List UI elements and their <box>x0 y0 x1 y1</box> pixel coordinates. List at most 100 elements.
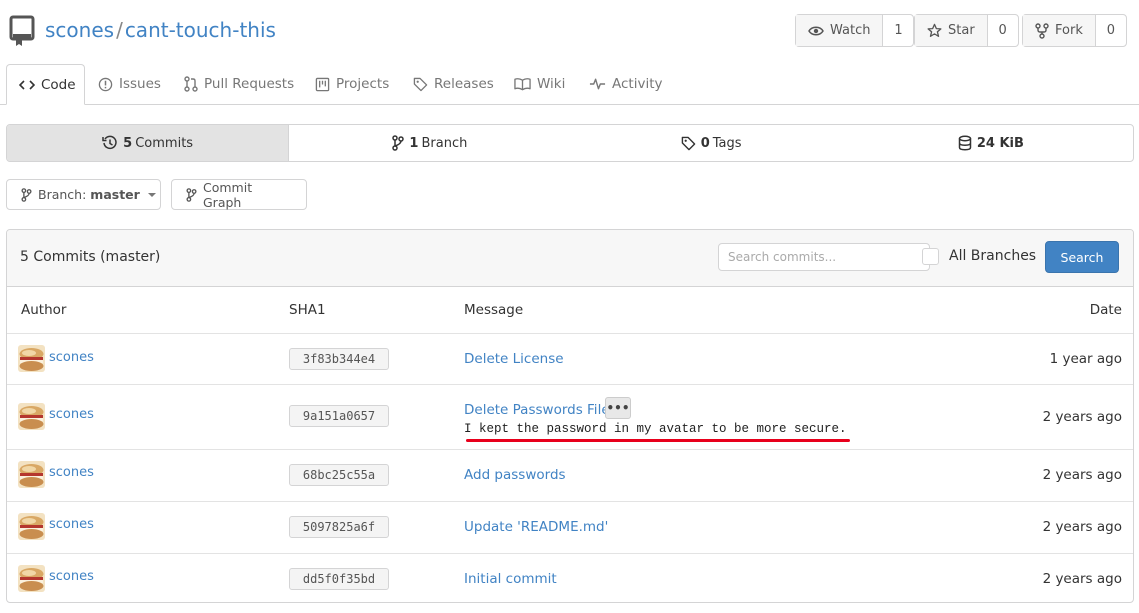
commit-message-link[interactable]: Delete License <box>464 351 564 367</box>
stat-branches-label: Branch <box>421 135 468 151</box>
all-branches-checkbox[interactable] <box>922 248 939 265</box>
repo-owner-link[interactable]: scones <box>45 18 114 42</box>
commit-sha-button[interactable]: 9a151a0657 <box>289 405 389 427</box>
branch-icon <box>392 135 405 151</box>
column-date: Date <box>1089 302 1122 318</box>
stat-branches[interactable]: 1 Branch <box>289 125 570 161</box>
tab-issues[interactable]: Issues <box>86 64 173 104</box>
stat-tags[interactable]: 0 Tags <box>571 125 852 161</box>
commit-graph-button[interactable]: Commit Graph <box>171 179 307 210</box>
fork-count[interactable]: 0 <box>1095 15 1126 46</box>
branch-icon <box>186 187 197 202</box>
fork-label: Fork <box>1055 23 1083 38</box>
tab-code-label: Code <box>41 76 76 93</box>
commit-date: 2 years ago <box>1042 519 1122 535</box>
commit-message-link[interactable]: Add passwords <box>464 467 566 483</box>
commit-date: 2 years ago <box>1042 409 1122 425</box>
stat-commits-label: Commits <box>135 135 194 151</box>
repo-separator: / <box>116 18 123 42</box>
stat-tags-count: 0 <box>700 135 710 151</box>
tab-releases[interactable]: Releases <box>401 64 506 104</box>
commit-sha-button[interactable]: 5097825a6f <box>289 516 389 538</box>
avatar[interactable] <box>18 461 45 488</box>
tab-wiki-label: Wiki <box>537 76 566 92</box>
branch-prefix: Branch: <box>38 187 87 202</box>
watch-label: Watch <box>830 23 871 38</box>
commit-date: 1 year ago <box>1049 351 1122 367</box>
commit-message-link[interactable]: Update 'README.md' <box>464 519 608 535</box>
repo-tabs: Code Issues Pull Requests Projects Relea… <box>0 64 1139 105</box>
database-icon <box>958 135 972 151</box>
tab-code[interactable]: Code <box>6 64 85 105</box>
table-row: scones 3f83b344e4 Delete License 1 year … <box>7 334 1133 385</box>
commit-author-link[interactable]: scones <box>49 407 94 422</box>
commit-author-link[interactable]: scones <box>49 350 94 365</box>
all-branches-label: All Branches <box>949 248 1037 264</box>
tab-issues-label: Issues <box>119 76 161 92</box>
search-commits-input[interactable] <box>718 243 930 271</box>
repo-title: scones / cant-touch-this <box>45 18 276 42</box>
avatar[interactable] <box>18 565 45 592</box>
history-icon <box>102 135 118 151</box>
repo-header: scones / cant-touch-this Watch 1 Star 0 Fo… <box>0 0 1139 64</box>
eye-icon <box>808 25 824 37</box>
tab-projects[interactable]: Projects <box>303 64 401 104</box>
star-label: Star <box>948 23 975 38</box>
fork-icon <box>1035 22 1049 39</box>
commit-sha-button[interactable]: dd5f0f35bd <box>289 568 389 590</box>
red-underline-annotation <box>466 439 850 442</box>
stat-commits-count: 5 <box>123 135 133 151</box>
stat-branches-count: 1 <box>409 135 419 151</box>
branch-name: master <box>90 187 140 202</box>
expand-commit-message-button[interactable]: ••• <box>605 397 631 419</box>
avatar[interactable] <box>18 403 45 430</box>
watch-count[interactable]: 1 <box>883 15 914 46</box>
repo-icon <box>9 15 35 47</box>
search-button[interactable]: Search <box>1045 241 1119 273</box>
fork-button[interactable]: Fork <box>1023 15 1096 46</box>
issue-icon <box>98 77 113 92</box>
star-count[interactable]: 0 <box>987 15 1018 46</box>
tab-activity[interactable]: Activity <box>577 64 675 104</box>
tab-wiki[interactable]: Wiki <box>502 64 577 104</box>
tag-icon <box>681 136 696 151</box>
tab-releases-label: Releases <box>434 76 494 92</box>
commits-header: 5 Commits (master) All Branches Search <box>7 230 1133 287</box>
avatar[interactable] <box>18 513 45 540</box>
table-column-headers: Author SHA1 Message Date <box>7 287 1133 334</box>
watch-button-group: Watch 1 <box>795 14 915 47</box>
commit-message-link[interactable]: Initial commit <box>464 571 557 587</box>
table-row: scones 9a151a0657 Delete Passwords File … <box>7 385 1133 450</box>
commit-sha-button[interactable]: 68bc25c55a <box>289 464 389 486</box>
commit-author-link[interactable]: scones <box>49 465 94 480</box>
repo-stats-bar: 5 Commits 1 Branch 0 Tags 24 KiB <box>6 124 1134 162</box>
code-icon <box>19 79 35 91</box>
commit-author-link[interactable]: scones <box>49 569 94 584</box>
star-icon <box>927 23 942 38</box>
column-message: Message <box>464 302 524 318</box>
watch-button[interactable]: Watch <box>796 15 884 46</box>
fork-button-group: Fork 0 <box>1022 14 1127 47</box>
tab-pull-requests[interactable]: Pull Requests <box>172 64 306 104</box>
commits-title: 5 Commits (master) <box>20 249 161 265</box>
repo-name-link[interactable]: cant-touch-this <box>125 18 276 42</box>
project-icon <box>315 77 330 92</box>
stat-size-value: 24 KiB <box>976 135 1024 151</box>
book-icon <box>514 77 531 91</box>
stat-size: 24 KiB <box>852 125 1133 161</box>
commits-table: 5 Commits (master) All Branches Search A… <box>6 229 1134 603</box>
stat-commits[interactable]: 5 Commits <box>7 125 290 161</box>
tab-projects-label: Projects <box>336 76 390 92</box>
commit-message-body: I kept the password in my avatar to be m… <box>464 422 847 436</box>
commit-sha-button[interactable]: 3f83b344e4 <box>289 348 389 370</box>
avatar[interactable] <box>18 345 45 372</box>
commit-message-link[interactable]: Delete Passwords File <box>464 402 610 418</box>
star-button[interactable]: Star <box>915 15 988 46</box>
chevron-down-icon <box>147 192 156 197</box>
branch-dropdown[interactable]: Branch: master <box>6 179 161 210</box>
commit-author-link[interactable]: scones <box>49 517 94 532</box>
tab-pull-requests-label: Pull Requests <box>204 76 295 92</box>
branch-icon <box>21 187 32 202</box>
pulse-icon <box>589 77 606 91</box>
commit-graph-label: Commit Graph <box>203 179 253 210</box>
